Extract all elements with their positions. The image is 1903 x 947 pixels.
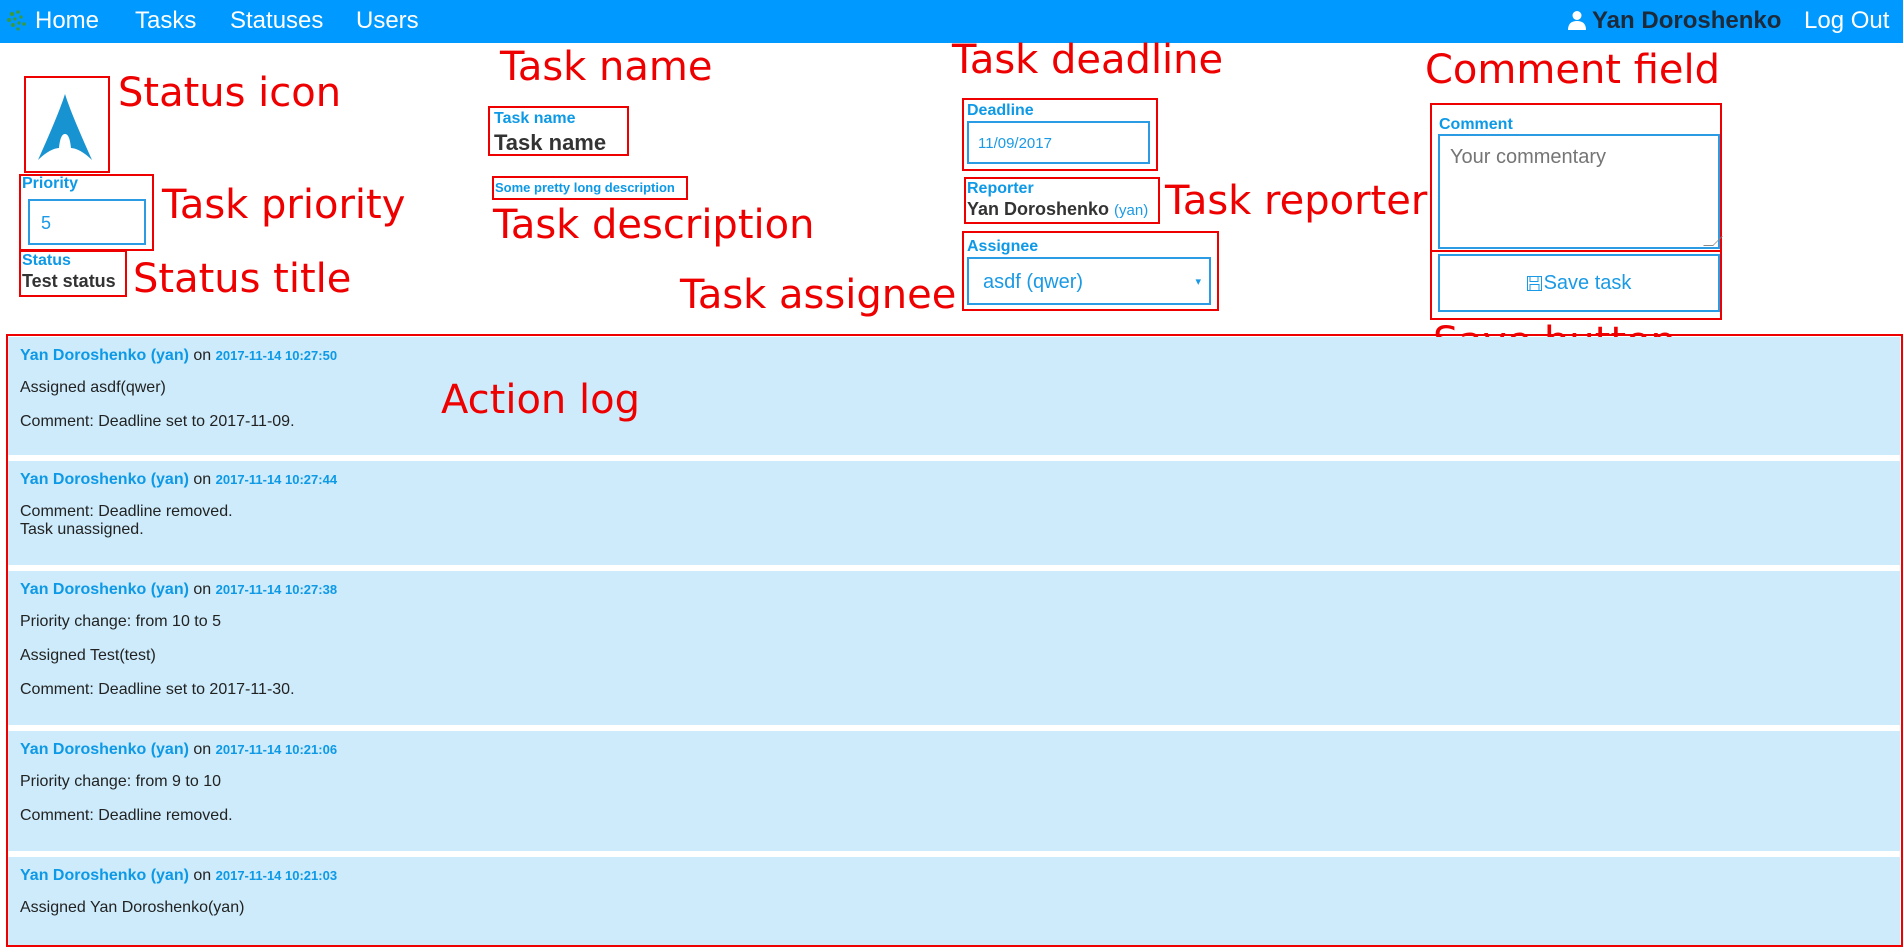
log-entry-header: Yan Doroshenko (yan) on 2017-11-14 10:27…	[20, 347, 337, 365]
save-disk-icon	[1526, 275, 1542, 291]
annotation-task-deadline: Task deadline	[952, 37, 1224, 83]
log-entry-line: Comment: Deadline set to 2017-11-30.	[20, 681, 295, 698]
log-entry-line: Task unassigned.	[20, 521, 144, 538]
status-label: Status	[22, 252, 71, 269]
annotation-status-title: Status title	[133, 256, 352, 302]
log-entry-author[interactable]: Yan Doroshenko (yan)	[20, 741, 189, 758]
assignee-label: Assignee	[967, 238, 1039, 255]
annotation-task-description: Task description	[493, 202, 815, 248]
log-entry-author[interactable]: Yan Doroshenko (yan)	[20, 867, 189, 884]
logout-link[interactable]: Log Out	[1804, 8, 1889, 34]
reporter-name: Yan Doroshenko	[967, 199, 1110, 219]
assignee-select[interactable]: asdf (qwer) ▾	[967, 257, 1211, 305]
chevron-down-icon: ▾	[1195, 276, 1201, 288]
task-name-label: Task name	[494, 110, 576, 127]
log-entry-time: 2017-11-14 10:27:38	[215, 582, 338, 597]
annotation-status-icon: Status icon	[118, 70, 342, 116]
action-log: Yan Doroshenko (yan) on 2017-11-14 10:27…	[6, 335, 1902, 947]
priority-label: Priority	[22, 175, 79, 192]
log-entry-line: Comment: Deadline set to 2017-11-09.	[20, 413, 295, 430]
log-entry-on: on	[193, 471, 212, 488]
comment-label: Comment	[1439, 116, 1513, 133]
log-entry-on: on	[193, 581, 212, 598]
log-entry-line: Assigned Test(test)	[20, 647, 156, 664]
log-entry: Yan Doroshenko (yan) on 2017-11-14 10:21…	[8, 731, 1900, 851]
log-entry: Yan Doroshenko (yan) on 2017-11-14 10:27…	[8, 337, 1900, 455]
log-entry: Yan Doroshenko (yan) on 2017-11-14 10:21…	[8, 857, 1900, 945]
annotation-task-name: Task name	[500, 44, 713, 90]
deadline-input[interactable]: 11/09/2017	[967, 121, 1150, 164]
task-reporter: Yan Doroshenko (yan)	[967, 199, 1148, 220]
log-entry-line: Comment: Deadline removed.	[20, 807, 233, 824]
reporter-label: Reporter	[967, 180, 1034, 197]
nav-home-link[interactable]: Home	[35, 8, 99, 34]
log-entry-line: Priority change: from 9 to 10	[20, 773, 221, 790]
priority-value: 5	[41, 213, 52, 233]
log-entry-line: Priority change: from 10 to 5	[20, 613, 221, 630]
nav-users-link[interactable]: Users	[356, 8, 419, 34]
task-description: Some pretty long description	[495, 180, 675, 195]
nav-statuses-link[interactable]: Statuses	[230, 8, 323, 34]
log-entry-time: 2017-11-14 10:21:03	[215, 868, 338, 883]
log-entry-line: Assigned asdf(qwer)	[20, 379, 166, 396]
log-entry-author[interactable]: Yan Doroshenko (yan)	[20, 581, 189, 598]
log-entry-author[interactable]: Yan Doroshenko (yan)	[20, 347, 189, 364]
status-title: Test status	[22, 271, 116, 291]
log-entry: Yan Doroshenko (yan) on 2017-11-14 10:27…	[8, 461, 1900, 565]
log-entry-author[interactable]: Yan Doroshenko (yan)	[20, 471, 189, 488]
nav-tasks-link[interactable]: Tasks	[135, 8, 196, 34]
log-entry-time: 2017-11-14 10:27:50	[215, 348, 338, 363]
comment-input[interactable]	[1438, 134, 1720, 249]
log-entry-on: on	[193, 347, 212, 364]
log-entry-on: on	[193, 741, 212, 758]
log-entry-on: on	[193, 867, 212, 884]
current-user[interactable]: Yan Doroshenko	[1568, 8, 1781, 34]
save-button[interactable]: Save task	[1438, 254, 1720, 312]
save-button-label: Save task	[1543, 271, 1632, 294]
annotation-task-assignee: Task assignee	[680, 272, 957, 318]
log-entry-header: Yan Doroshenko (yan) on 2017-11-14 10:21…	[20, 741, 337, 759]
annotation-action-log: Action log	[441, 377, 640, 423]
log-entry-header: Yan Doroshenko (yan) on 2017-11-14 10:27…	[20, 471, 337, 489]
current-user-name: Yan Doroshenko	[1592, 7, 1782, 34]
log-entry-line: Assigned Yan Doroshenko(yan)	[20, 899, 245, 916]
log-entry-header: Yan Doroshenko (yan) on 2017-11-14 10:21…	[20, 867, 337, 885]
annotation-task-reporter: Task reporter	[1165, 178, 1428, 224]
log-entry: Yan Doroshenko (yan) on 2017-11-14 10:27…	[8, 571, 1900, 725]
deadline-label: Deadline	[967, 102, 1034, 119]
assignee-value: asdf (qwer)	[983, 271, 1084, 293]
deadline-value: 11/09/2017	[978, 135, 1052, 152]
log-entry-line: Comment: Deadline removed.	[20, 503, 233, 520]
app-logo-icon[interactable]	[4, 8, 30, 34]
annotation-task-priority: Task priority	[162, 182, 406, 228]
reporter-login: (yan)	[1114, 202, 1149, 219]
priority-input[interactable]: 5	[28, 199, 146, 245]
status-icon	[38, 94, 92, 160]
log-entry-time: 2017-11-14 10:21:06	[215, 742, 338, 757]
user-icon	[1568, 11, 1586, 30]
task-name-title: Task name	[494, 130, 607, 155]
log-entry-time: 2017-11-14 10:27:44	[215, 472, 338, 487]
log-entry-header: Yan Doroshenko (yan) on 2017-11-14 10:27…	[20, 581, 337, 599]
annotation-comment-field: Comment field	[1425, 47, 1720, 93]
